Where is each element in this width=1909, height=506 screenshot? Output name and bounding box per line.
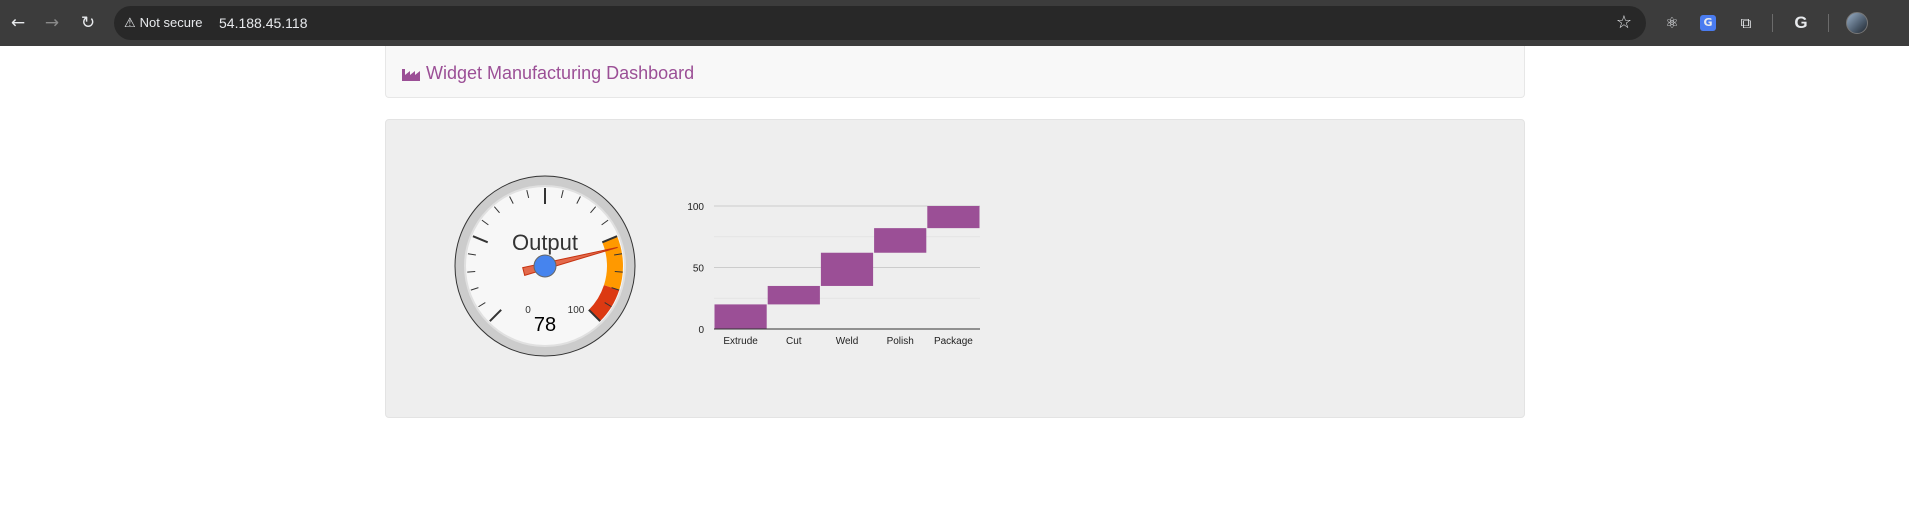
gauge-max-label: 100 (568, 305, 585, 316)
x-tick-label: Weld (836, 336, 859, 347)
waterfall-bar-package[interactable] (927, 206, 980, 229)
gauge-value-label: 78 (534, 314, 556, 336)
address-bar[interactable]: ⚠ Not secure 54.188.45.118 ☆ (114, 6, 1646, 40)
waterfall-bar-polish[interactable] (874, 228, 927, 253)
dashboard-panel: Output 0 100 78 0 50 100 Extrude Cut Weld Pol… (385, 119, 1525, 418)
forward-arrow-icon[interactable]: → (40, 11, 64, 35)
gauge-label: Output (512, 230, 578, 255)
translate-icon[interactable]: G (1700, 15, 1716, 31)
security-label: Not secure (139, 15, 203, 30)
toolbar-divider (1772, 14, 1773, 32)
gauge-min-label: 0 (525, 305, 531, 316)
warning-icon: ⚠ (124, 16, 136, 31)
page-navbar: Widget Manufacturing Dashboard (385, 46, 1525, 98)
waterfall-bar-extrude[interactable] (714, 304, 767, 329)
navbar-brand[interactable]: Widget Manufacturing Dashboard (402, 62, 694, 84)
gauge-hub (533, 254, 557, 278)
dashboard-canvas: Output 0 100 78 0 50 100 Extrude Cut Weld Pol… (454, 175, 980, 357)
reload-icon[interactable]: ↻ (76, 11, 100, 35)
url-text[interactable]: 54.188.45.118 (219, 14, 308, 32)
x-tick-label: Package (934, 336, 973, 347)
factory-icon (402, 69, 420, 81)
process-waterfall-chart: 0 50 100 Extrude Cut Weld Polish Package (687, 202, 980, 347)
y-tick-label: 0 (698, 325, 704, 336)
y-tick-label: 50 (693, 264, 705, 275)
puzzle-extensions-icon[interactable]: ⧉ (1735, 12, 1757, 34)
browser-toolbar: ← → ↻ ⚠ Not secure 54.188.45.118 ☆ ⚛ G ⧉ … (0, 0, 1909, 46)
waterfall-bar-cut[interactable] (767, 285, 820, 305)
x-tick-label: Extrude (723, 336, 758, 347)
google-icon[interactable]: G (1790, 12, 1812, 34)
brand-title: Widget Manufacturing Dashboard (426, 63, 695, 83)
x-tick-label: Cut (786, 336, 802, 347)
toolbar-divider (1828, 14, 1829, 32)
x-tick-label: Polish (887, 336, 914, 347)
output-gauge: Output 0 100 78 (454, 175, 636, 357)
gauge-minor-tick (467, 270, 476, 273)
back-arrow-icon[interactable]: ← (6, 11, 30, 35)
gauge-minor-tick (614, 270, 623, 273)
security-indicator[interactable]: ⚠ Not secure (124, 14, 203, 32)
bookmark-star-icon[interactable]: ☆ (1616, 12, 1632, 34)
waterfall-bar-weld[interactable] (820, 252, 874, 286)
react-devtools-icon[interactable]: ⚛ (1661, 12, 1683, 34)
profile-avatar[interactable] (1846, 12, 1868, 34)
y-tick-label: 100 (687, 202, 704, 213)
